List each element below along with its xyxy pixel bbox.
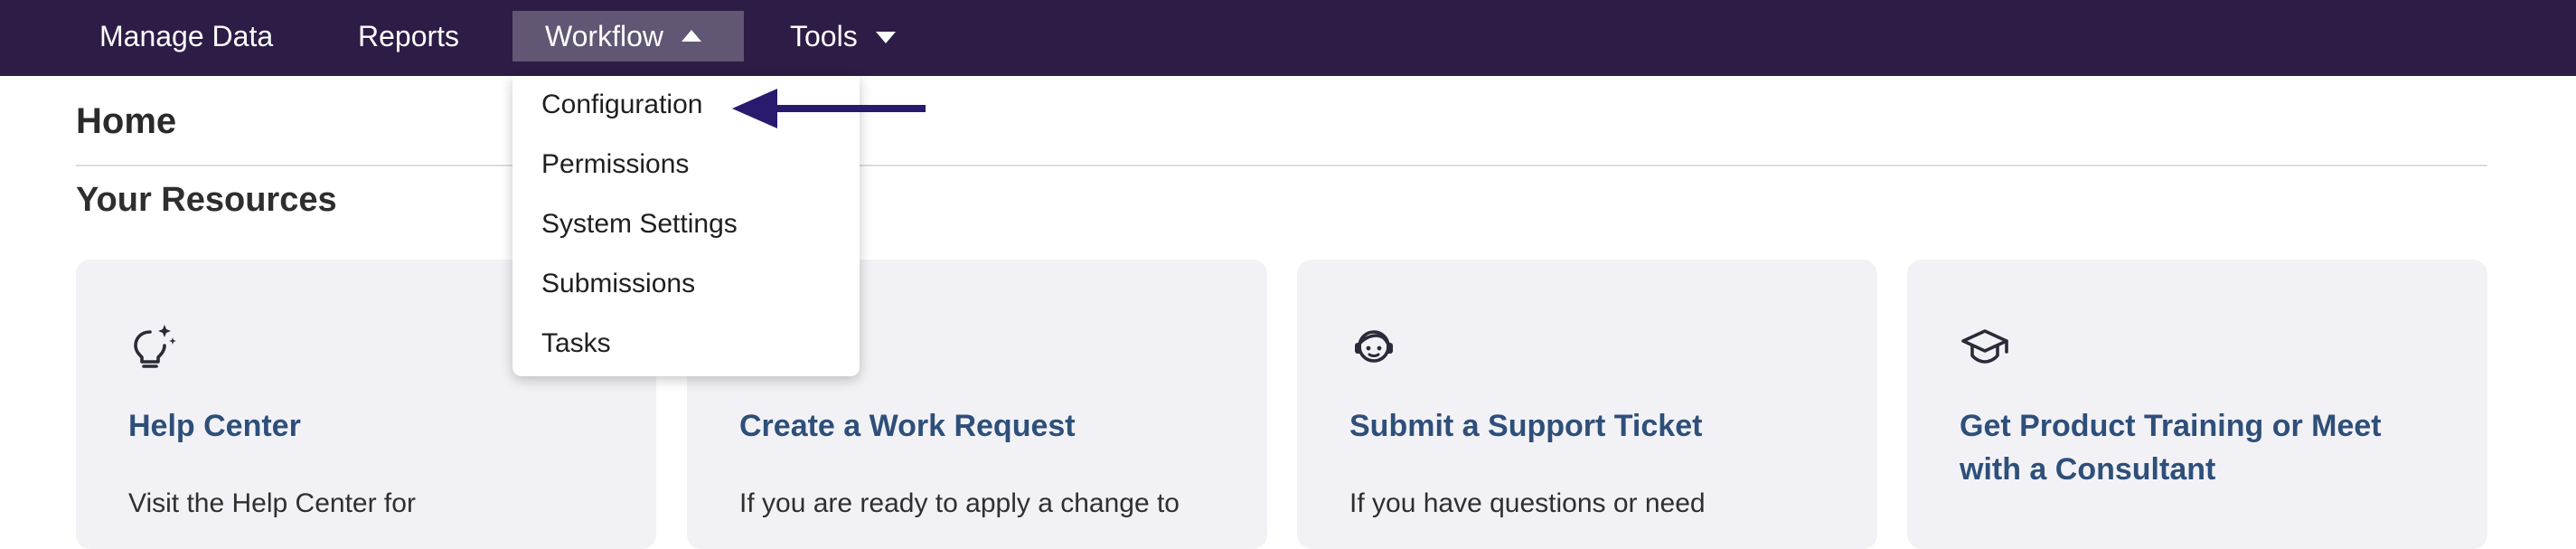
graduation-cap-icon xyxy=(1961,329,2008,364)
nav-item-manage-data[interactable]: Manage Data xyxy=(67,11,306,62)
support-agent-headset-icon xyxy=(1355,330,1393,363)
card-title[interactable]: Create a Work Request xyxy=(739,404,1227,448)
menu-item-system-settings[interactable]: System Settings xyxy=(541,202,738,247)
nav-item-label: Workflow xyxy=(545,20,663,52)
caret-up-icon xyxy=(681,30,701,43)
lightbulb-sparkle-icon xyxy=(134,325,176,368)
caret-down-icon xyxy=(875,32,896,44)
nav-item-workflow[interactable]: Workflow xyxy=(512,11,744,62)
menu-item-tasks[interactable]: Tasks xyxy=(541,321,611,366)
page-title: Home xyxy=(76,101,177,141)
resource-card-product-training[interactable]: Get Product Training or Meet with a Cons… xyxy=(1907,260,2487,549)
divider xyxy=(76,165,2487,166)
nav-item-label: Manage Data xyxy=(99,20,274,52)
nav-item-label: Reports xyxy=(358,20,460,52)
menu-item-configuration[interactable]: Configuration xyxy=(541,82,702,128)
nav-item-label: Tools xyxy=(790,20,858,52)
card-title[interactable]: Help Center xyxy=(128,404,616,448)
resource-card-support-ticket[interactable]: Submit a Support Ticket If you have ques… xyxy=(1297,260,1877,549)
menu-item-permissions[interactable]: Permissions xyxy=(541,142,689,187)
card-description: If you are ready to apply a change to xyxy=(739,488,1180,518)
section-title: Your Resources xyxy=(76,181,337,219)
card-title[interactable]: Get Product Training or Meet with a Cons… xyxy=(1960,404,2448,491)
nav-item-tools[interactable]: Tools xyxy=(757,11,928,62)
menu-item-submissions[interactable]: Submissions xyxy=(541,261,695,307)
annotation-arrow-icon xyxy=(732,89,926,128)
card-description: Visit the Help Center for xyxy=(128,488,416,518)
card-description: If you have questions or need xyxy=(1349,488,1706,518)
top-nav-bar: Manage Data Reports Workflow Tools xyxy=(0,0,2576,76)
nav-item-reports[interactable]: Reports xyxy=(325,11,492,62)
card-title[interactable]: Submit a Support Ticket xyxy=(1349,404,1838,448)
